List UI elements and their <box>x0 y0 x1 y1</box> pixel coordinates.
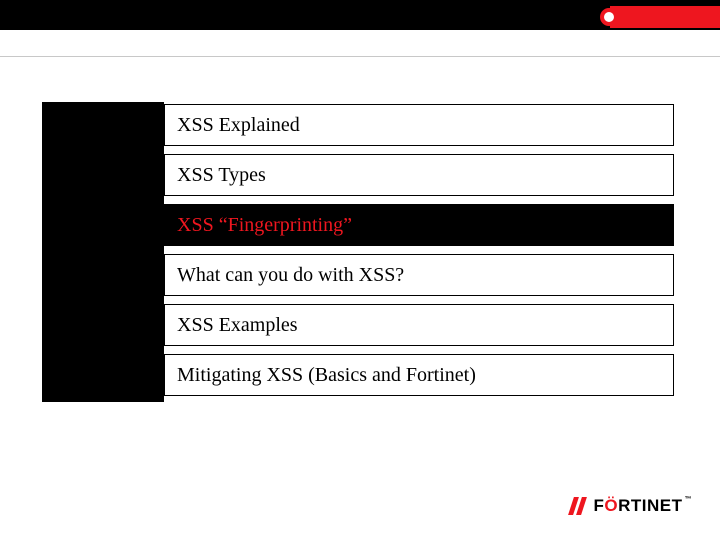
agenda-item-label: What can you do with XSS? <box>177 264 404 287</box>
agenda-item-mitigating-xss: Mitigating XSS (Basics and Fortinet) <box>164 354 674 396</box>
agenda-sidebar-block <box>42 102 164 402</box>
logo-part1: F <box>593 496 604 515</box>
fortinet-logo: FÖRTINET™ <box>571 496 692 516</box>
header-circle-icon <box>600 8 618 26</box>
agenda-item-xss-types: XSS Types <box>164 154 674 196</box>
agenda-item-xss-fingerprinting: XSS “Fingerprinting” <box>164 204 674 246</box>
agenda-list: XSS Explained XSS Types XSS “Fingerprint… <box>164 104 674 404</box>
agenda-item-xss-explained: XSS Explained <box>164 104 674 146</box>
agenda-item-label: XSS “Fingerprinting” <box>177 214 352 237</box>
logo-tm: ™ <box>685 496 693 503</box>
header-red-accent <box>610 6 720 28</box>
agenda-item-label: Mitigating XSS (Basics and Fortinet) <box>177 364 476 387</box>
agenda-item-label: XSS Examples <box>177 314 298 337</box>
agenda-item-label: XSS Explained <box>177 114 300 137</box>
slide: XSS Explained XSS Types XSS “Fingerprint… <box>0 0 720 540</box>
agenda-item-label: XSS Types <box>177 164 266 187</box>
fortinet-logo-text: FÖRTINET™ <box>593 496 692 516</box>
agenda-item-what-can-you-do: What can you do with XSS? <box>164 254 674 296</box>
header-divider <box>0 56 720 57</box>
fortinet-logo-icon <box>571 497 587 515</box>
logo-part2: Ö <box>604 496 618 515</box>
header-white-gap <box>0 30 720 34</box>
agenda-item-xss-examples: XSS Examples <box>164 304 674 346</box>
logo-part3: RTINET <box>618 496 682 515</box>
